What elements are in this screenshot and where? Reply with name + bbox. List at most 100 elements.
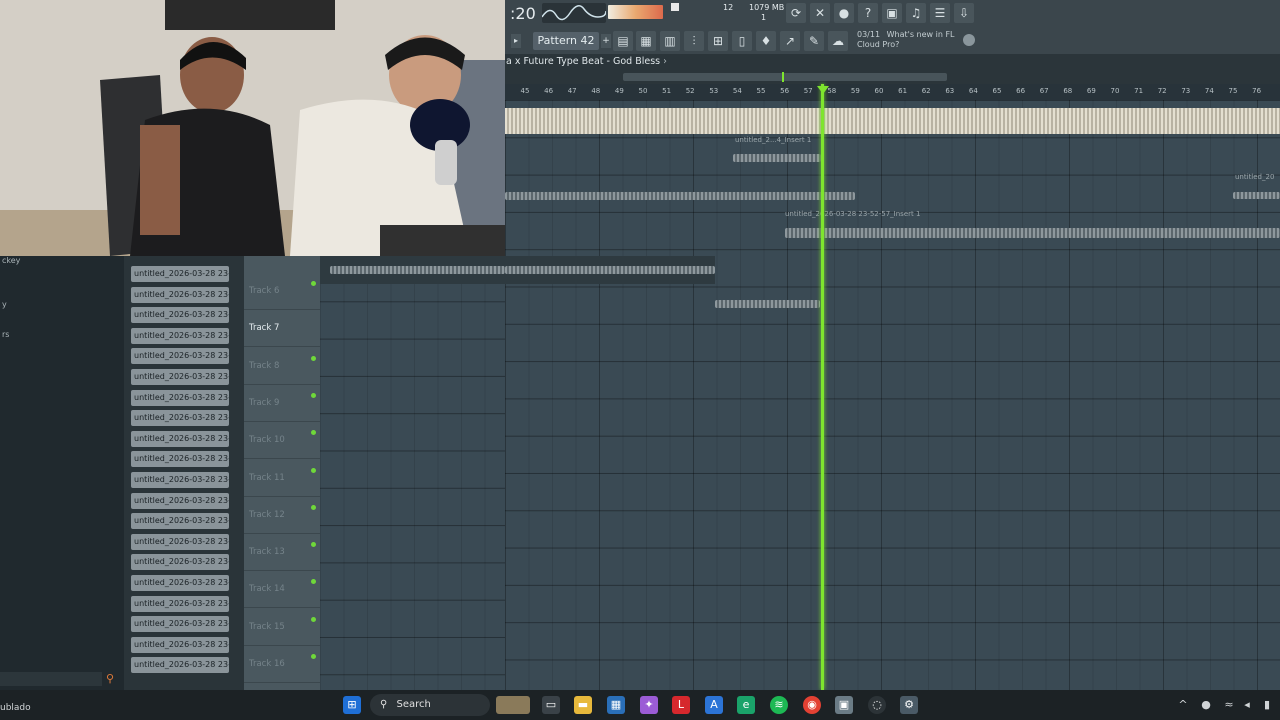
battery-icon[interactable]: ▮ [1258,696,1276,714]
audio-clip-5[interactable] [715,300,820,308]
track-header[interactable]: Track 12 [244,496,320,534]
clip-list-item[interactable]: untitled_2026-03-28 23-... [131,286,229,303]
track-header[interactable]: Track 11 [244,459,320,497]
clip-list-item[interactable]: untitled_2026-03-28 23-... [131,451,229,468]
track-header[interactable]: Track 9 [244,384,320,422]
clip-list-item[interactable]: untitled_2026-03-28 23-... [131,430,229,447]
audio-clip-4[interactable] [785,228,1280,238]
browser-label-2[interactable]: y [2,300,7,309]
loop-icon[interactable]: ⟳ [786,3,806,23]
track-header[interactable]: Track 6 [244,272,320,310]
timeline-ruler[interactable]: 45 46 47 48 49 50 51 52 53 54 55 56 57 58 59 60 61 62 63 64… [505,84,1280,101]
clip-list-item[interactable]: untitled_2026-03-28 23-... [131,369,229,385]
store-icon[interactable]: ▦ [607,696,625,714]
save-icon[interactable]: ▣ [882,3,902,23]
clip-list-item[interactable]: untitled_2026-03-28 23-... [131,554,229,571]
app-circle-icon[interactable]: ◌ [868,696,886,714]
task-view-icon[interactable]: ▭ [542,696,560,714]
track-header[interactable]: Track 13 [244,533,320,572]
clip-list-item[interactable]: untitled_2026-03-28 23-... [131,492,229,509]
scrollbar-thumb[interactable] [623,73,947,81]
clip-list-item[interactable]: untitled_2026-03-28 23-... [131,410,229,427]
plugin-icon[interactable]: ▯ [732,31,752,51]
news-globe-icon[interactable] [963,34,975,46]
chrome-icon[interactable]: ◉ [803,696,821,714]
browser-icon[interactable]: ⊞ [708,31,728,51]
browser-search-input[interactable] [0,672,102,686]
search-icon[interactable]: ⚲ [106,672,120,686]
track-header[interactable]: Track 14 [244,570,320,609]
track-header[interactable]: Track 16 [244,645,320,683]
playhead[interactable] [821,84,824,690]
track-header[interactable]: Track 8 [244,347,320,385]
spotify-icon[interactable]: ≋ [770,696,788,714]
taskbar-search[interactable]: ⚲ Search [370,694,490,716]
audio-clip-2[interactable] [505,192,855,200]
channel-rack-icon[interactable]: ▥ [660,31,680,51]
track-header[interactable]: Track 7 [244,309,320,348]
playlist-grid-left[interactable] [320,256,505,690]
playlist-icon[interactable]: ▤ [613,31,633,51]
brush-icon[interactable]: ✎ [804,31,824,51]
audio-clip-6[interactable] [330,266,505,274]
clip-list-item[interactable]: untitled_2026-03-28 23-... [131,636,229,653]
fl-studio-icon[interactable]: ▣ [835,696,853,714]
clip-list-item[interactable]: untitled_2026-03-28 23-... [131,575,229,591]
prev-pattern-button[interactable]: ▸ [511,34,521,48]
mixer-view-icon[interactable]: ⫶ [684,31,704,51]
track-header[interactable]: Track 10 [244,421,320,460]
edge-icon[interactable]: e [737,696,755,714]
add-pattern-button[interactable]: + [601,34,611,48]
clip-list-item[interactable]: untitled_2026-03-28 23-... [131,616,229,633]
microphone-icon[interactable]: ● [1197,696,1215,714]
pattern-selector[interactable]: Pattern 42 [533,32,599,50]
mixer-icon[interactable]: ♫ [906,3,926,23]
browser-label-1[interactable]: ckey [2,256,20,265]
piano-roll-icon[interactable]: ▦ [636,31,656,51]
track-enabled-indicator[interactable] [311,654,316,659]
download-icon[interactable]: ⇩ [954,3,974,23]
track-enabled-indicator[interactable] [311,467,316,473]
track-enabled-indicator[interactable] [311,430,316,436]
clip-list-item[interactable]: untitled_2026-03-28 23-... [131,266,229,282]
track-header[interactable]: Track 15 [244,608,320,646]
settings-icon[interactable]: ⚙ [900,696,918,714]
audio-clip-6b[interactable] [505,266,715,274]
track-enabled-indicator[interactable] [311,616,316,622]
audio-clip-1[interactable] [733,154,821,162]
windows-start-icon[interactable]: ⊞ [343,696,361,714]
clip-list-item[interactable]: untitled_2026-03-28 23-... [131,513,229,530]
help-icon[interactable]: ? [858,3,878,23]
mic-icon[interactable]: ● [834,3,854,23]
track-enabled-indicator[interactable] [311,355,316,361]
clip-list-item[interactable]: untitled_2026-03-28 23-... [131,348,229,365]
cloud-icon[interactable]: ☁ [828,31,848,51]
wifi-icon[interactable]: ≈ [1220,696,1238,714]
clip-list-item[interactable]: untitled_2026-03-28 23-... [131,307,229,324]
audio-clip-3[interactable] [1233,192,1280,199]
file-explorer-icon[interactable]: ▬ [574,696,592,714]
app-l-icon[interactable]: L [672,696,690,714]
track-enabled-indicator[interactable] [311,579,316,585]
track-enabled-indicator[interactable] [311,281,316,286]
volume-icon[interactable]: ◂ [1238,696,1256,714]
news-panel[interactable]: 03/11 What's new in FL Cloud Pro? [857,30,977,52]
clip-list-item[interactable]: untitled_2026-03-28 23-... [131,472,229,488]
metronome-icon[interactable]: ✕ [810,3,830,23]
widget-icon[interactable] [496,696,530,714]
clip-list-item[interactable]: untitled_2026-03-28 23-... [131,327,229,344]
clip-list-item[interactable]: untitled_2026-03-28 23-... [131,389,229,406]
tempo-tap-icon[interactable]: ↗ [780,31,800,51]
horizontal-scrollbar[interactable] [505,70,1280,84]
copilot-icon[interactable]: ✦ [640,696,658,714]
app-a-icon[interactable]: A [705,696,723,714]
browser-label-3[interactable]: rs [2,330,9,339]
pin-icon[interactable]: ♦ [756,31,776,51]
clip-list-item[interactable]: untitled_2026-03-28 23-... [131,595,229,612]
track-enabled-indicator[interactable] [311,504,316,510]
audio-clip-master[interactable] [505,108,1280,134]
playhead-marker-icon[interactable] [817,86,829,94]
playlist-grid[interactable]: untitled_2...4_Insert 1 untitled_20 unti… [505,100,1280,690]
track-enabled-indicator[interactable] [311,392,316,398]
chat-icon[interactable]: ☰ [930,3,950,23]
